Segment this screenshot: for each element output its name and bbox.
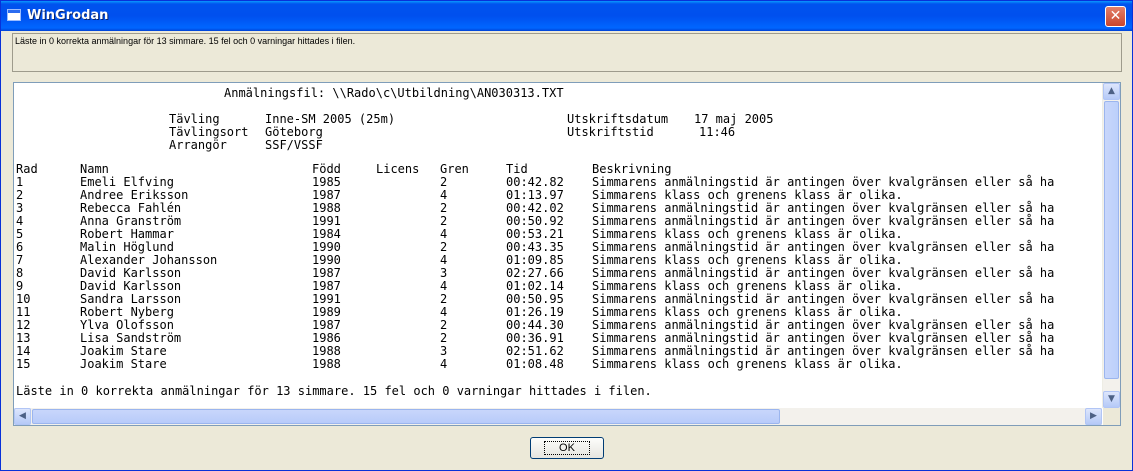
- scroll-right-button[interactable]: ▶: [1085, 408, 1102, 425]
- app-window: WinGrodan ✕ Läste in 0 korrekta anmälnin…: [0, 0, 1133, 471]
- cell-beskrivning: Simmarens klass och grenens klass är oli…: [592, 357, 903, 371]
- file-line: Anmälningsfil: \\Rado\c\Utbildning\AN030…: [224, 86, 564, 100]
- close-button[interactable]: ✕: [1105, 6, 1126, 27]
- cell-namn: Joakim Stare: [80, 357, 167, 371]
- meta-value: SSF/VSSF: [265, 138, 323, 152]
- scrollbar-corner: [1103, 408, 1120, 425]
- report-content: Anmälningsfil: \\Rado\c\Utbildning\AN030…: [14, 83, 1102, 410]
- vertical-scroll-thumb[interactable]: [1104, 101, 1119, 379]
- report-view[interactable]: Anmälningsfil: \\Rado\c\Utbildning\AN030…: [13, 82, 1121, 426]
- window-title: WinGrodan: [27, 8, 109, 23]
- cell-rad: 15: [16, 357, 31, 371]
- cell-tid: 01:08.48: [506, 357, 564, 371]
- cell-gren: 4: [440, 357, 448, 371]
- print-meta-label: Utskriftstid: [567, 125, 654, 139]
- status-message: Läste in 0 korrekta anmälningar för 13 s…: [15, 36, 356, 46]
- column-header: Licens: [376, 162, 420, 176]
- scroll-up-button[interactable]: ▲: [1103, 83, 1120, 100]
- print-meta-value: 11:46: [699, 125, 736, 139]
- app-icon: [7, 9, 21, 21]
- cell-fodd: 1988: [312, 357, 341, 371]
- scroll-down-button[interactable]: ▼: [1103, 391, 1120, 408]
- vertical-scrollbar[interactable]: ▲ ▼: [1102, 83, 1120, 408]
- scroll-left-button[interactable]: ◀: [14, 408, 31, 425]
- meta-label: Arrangör: [169, 138, 227, 152]
- status-box: Läste in 0 korrekta anmälningar för 13 s…: [12, 33, 1122, 72]
- title-bar[interactable]: WinGrodan ✕: [1, 1, 1132, 31]
- ok-button-label: OK: [544, 441, 590, 455]
- horizontal-scroll-thumb[interactable]: [32, 409, 780, 424]
- ok-button[interactable]: OK: [530, 437, 604, 459]
- summary-line: Läste in 0 korrekta anmälningar för 13 s…: [16, 384, 652, 398]
- horizontal-scrollbar[interactable]: ◀ ▶: [14, 408, 1102, 425]
